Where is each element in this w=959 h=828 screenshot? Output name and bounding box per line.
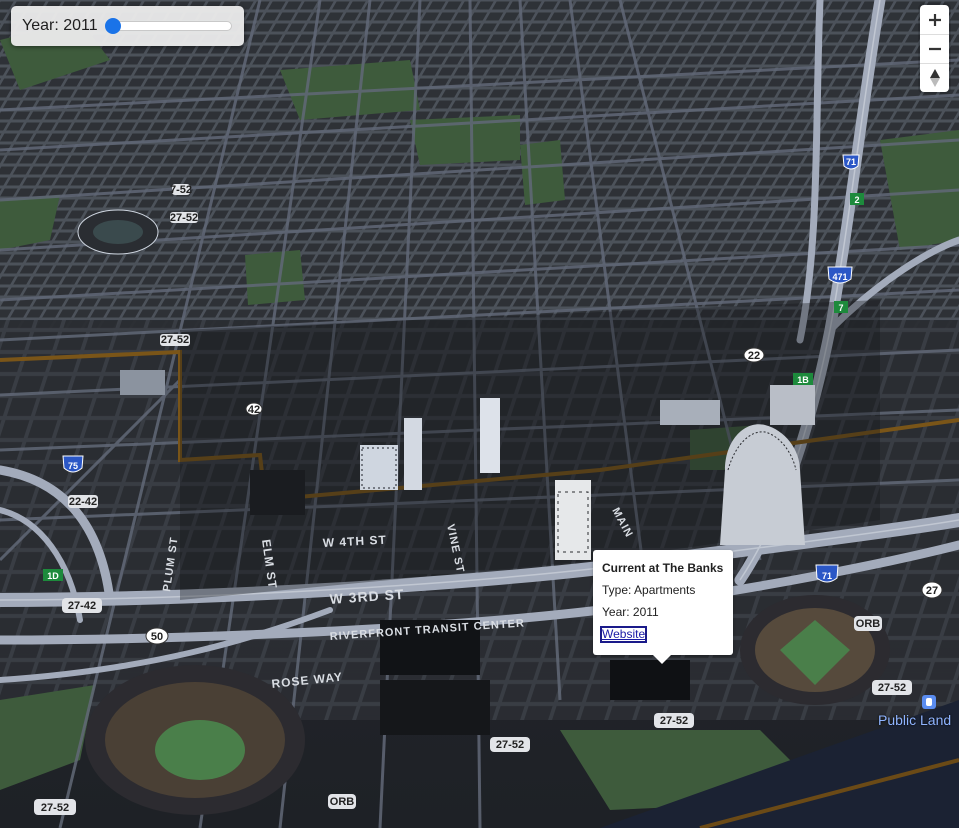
great-american-ballpark	[740, 595, 890, 705]
exit-sign-1b: 1B	[793, 373, 813, 385]
svg-text:471: 471	[832, 272, 847, 282]
svg-text:27-52: 27-52	[41, 802, 69, 814]
svg-text:27-52: 27-52	[161, 334, 189, 346]
svg-text:71: 71	[822, 571, 832, 581]
route-label-27-52-f: 27-52	[170, 212, 198, 224]
popup-tip	[652, 654, 672, 664]
public-land-label[interactable]: Public Land	[878, 712, 951, 728]
svg-text:1B: 1B	[797, 375, 809, 385]
svg-text:27: 27	[926, 585, 938, 597]
park-pin-icon[interactable]	[922, 695, 936, 709]
route-label-27-52-a: 27-52	[34, 799, 76, 815]
year-label-prefix: Year:	[22, 17, 59, 34]
route-shield-22a: 22	[743, 347, 765, 363]
route-label-27-52-c: 27-52	[654, 713, 694, 728]
route-label-27-52-e: 27-52	[160, 334, 190, 346]
svg-text:ORB: ORB	[856, 618, 881, 630]
interstate-shield-71-north: 71	[842, 154, 860, 170]
interstate-shield-75: 75	[62, 455, 84, 473]
year-slider-control: Year: 2011	[11, 6, 244, 46]
interstate-shield-471: 471	[827, 266, 853, 284]
route-shield-27: 27	[921, 581, 943, 599]
svg-text:42: 42	[248, 404, 260, 416]
route-label-27-42: 27-42	[62, 598, 102, 613]
svg-text:27-42: 27-42	[68, 600, 96, 612]
svg-text:7-52: 7-52	[170, 184, 192, 196]
route-label-27-52-d: 27-52	[872, 680, 912, 695]
map-canvas[interactable]: W 4TH ST W 3RD ST RIVERFRONT TRANSIT CEN…	[0, 0, 959, 828]
svg-text:27-52: 27-52	[170, 212, 198, 224]
map-viewport[interactable]: W 4TH ST W 3RD ST RIVERFRONT TRANSIT CEN…	[0, 0, 959, 828]
route-label-orb-a: ORB	[328, 794, 356, 809]
svg-text:50: 50	[151, 631, 163, 643]
svg-text:27-52: 27-52	[878, 682, 906, 694]
popup-type: Type: Apartments	[602, 583, 696, 597]
year-value: 2011	[63, 17, 98, 34]
plus-icon	[928, 13, 941, 26]
navigation-control	[920, 5, 949, 92]
svg-text:71: 71	[846, 157, 856, 167]
svg-text:75: 75	[68, 461, 78, 471]
property-popup: Current at The Banks Type: Apartments Ye…	[593, 550, 733, 664]
exit-sign-2: 2	[850, 193, 864, 205]
interstate-shield-71: 71	[815, 564, 839, 583]
route-shield-50: 50	[145, 627, 169, 645]
year-label: Year: 2011	[22, 17, 98, 35]
svg-text:27-52: 27-52	[660, 715, 688, 727]
year-slider-track[interactable]	[104, 18, 232, 34]
zoom-out-button[interactable]	[920, 34, 949, 63]
website-link[interactable]: Website	[599, 626, 648, 643]
svg-text:1D: 1D	[47, 571, 59, 581]
route-label-27-52-b: 27-52	[490, 737, 530, 752]
route-label-orb-b: ORB	[854, 616, 882, 631]
svg-text:2: 2	[854, 195, 859, 205]
svg-text:22-42: 22-42	[69, 496, 97, 508]
arena-north	[77, 209, 159, 255]
route-shield-42: 42	[245, 402, 263, 416]
popup-year: Year: 2011	[602, 605, 659, 619]
svg-text:7: 7	[838, 303, 843, 313]
route-label-7-52: 7-52	[170, 184, 192, 196]
zoom-in-button[interactable]	[920, 5, 949, 34]
compass-button[interactable]	[920, 63, 949, 92]
svg-text:ORB: ORB	[330, 796, 355, 808]
exit-sign-7: 7	[834, 301, 848, 313]
minus-icon	[928, 47, 941, 51]
year-slider-thumb[interactable]	[104, 18, 121, 34]
popup-title: Current at The Banks	[602, 561, 724, 575]
route-label-22-42: 22-42	[68, 495, 98, 508]
svg-text:27-52: 27-52	[496, 739, 524, 751]
svg-text:22: 22	[748, 350, 760, 362]
exit-sign-1d: 1D	[43, 569, 63, 581]
compass-icon	[929, 69, 940, 87]
